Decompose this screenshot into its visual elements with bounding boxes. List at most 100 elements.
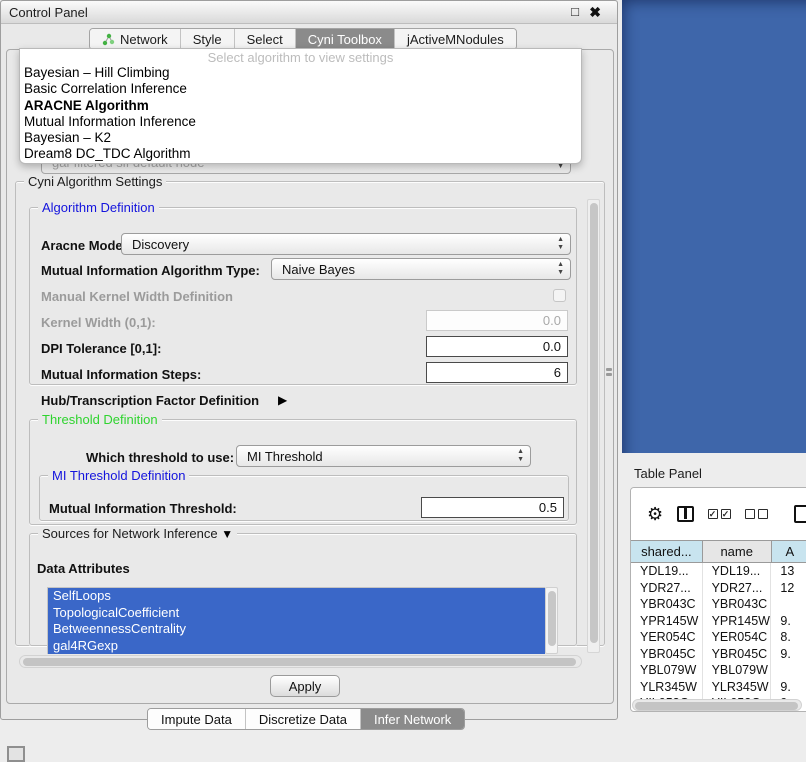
expand-right-icon[interactable]: ▶ <box>278 393 287 407</box>
table-horizontal-scrollbar[interactable] <box>632 699 802 711</box>
algorithm-option[interactable]: Bayesian – Hill Climbing <box>20 65 581 81</box>
network-view-frame: GAL GAL80 GAL10 GAL1 GAL11 SWI4 GAL4 GCY… <box>622 0 806 453</box>
dpi-tolerance-field[interactable]: 0.0 <box>426 336 568 357</box>
algorithm-dropdown-popup: Select algorithm to view settings Bayesi… <box>19 48 582 164</box>
dock-panel-icon[interactable] <box>7 746 25 762</box>
tab-jactivemnodules[interactable]: jActiveMNodules <box>395 29 516 49</box>
tab-label: Style <box>193 32 222 47</box>
apply-button[interactable]: Apply <box>270 675 340 697</box>
tab-style[interactable]: Style <box>181 29 235 49</box>
algorithm-option[interactable]: Mutual Information Inference <box>20 114 581 130</box>
cell: YDR27... <box>703 580 772 597</box>
table-row[interactable]: YPR145W YPR145W 9. <box>631 613 806 630</box>
cell: YBL079W <box>703 662 772 679</box>
apply-label: Apply <box>289 679 322 694</box>
group-title: Sources for Network Inference ▼ <box>38 526 237 541</box>
cell: YPR145W <box>631 613 703 630</box>
field-value: 0.0 <box>543 313 561 328</box>
tab-label: Network <box>120 32 168 47</box>
table-row[interactable]: YBR043C YBR043C <box>631 596 806 613</box>
table-row[interactable]: YLR345W YLR345W 9. <box>631 679 806 696</box>
attribute-list-scrollbar[interactable] <box>545 587 558 654</box>
mi-algorithm-type-label: Mutual Information Algorithm Type: <box>41 263 260 278</box>
algorithm-option-selected[interactable]: ARACNE Algorithm <box>20 98 581 114</box>
collapse-down-icon[interactable]: ▼ <box>221 527 233 541</box>
select-all-checkboxes-icon[interactable]: ✓✓ <box>708 509 731 519</box>
combo-arrows-icon <box>557 236 564 252</box>
field-value: 0.5 <box>539 500 557 515</box>
mi-threshold-field[interactable]: 0.5 <box>421 497 564 518</box>
panel-title: Control Panel <box>1 5 88 20</box>
kernel-width-label: Kernel Width (0,1): <box>41 315 156 330</box>
cell: 13 <box>771 563 806 580</box>
settings-vertical-scrollbar[interactable] <box>587 199 600 653</box>
attribute-item-selected[interactable]: BetweennessCentrality <box>48 621 545 638</box>
column-header-partial[interactable]: A <box>772 541 806 562</box>
document-icon[interactable] <box>794 505 806 523</box>
mi-steps-field[interactable]: 6 <box>426 362 568 383</box>
data-attributes-list: SelfLoops TopologicalCoefficient Between… <box>47 587 545 654</box>
attribute-item-selected[interactable]: gal4RGexp <box>48 638 545 655</box>
cell: YBR045C <box>631 646 703 663</box>
table-row[interactable]: YBR045C YBR045C 9. <box>631 646 806 663</box>
cell: YDL19... <box>703 563 772 580</box>
cell: 8. <box>771 629 806 646</box>
cell: 9. <box>771 679 806 696</box>
algorithm-option[interactable]: Bayesian – K2 <box>20 130 581 146</box>
combo-value: Naive Bayes <box>282 262 355 277</box>
tab-label: Discretize Data <box>259 712 347 727</box>
cell: YER054C <box>631 629 703 646</box>
close-icon[interactable]: ✖ <box>589 4 601 21</box>
algorithm-option[interactable]: Basic Correlation Inference <box>20 81 581 97</box>
tab-cyni-toolbox[interactable]: Cyni Toolbox <box>296 29 395 49</box>
tab-impute-data[interactable]: Impute Data <box>148 709 246 729</box>
data-attributes-label: Data Attributes <box>37 561 130 576</box>
tab-infer-network[interactable]: Infer Network <box>361 709 464 729</box>
cell: YBR043C <box>703 596 772 613</box>
aracne-mode-label: Aracne Mode: <box>41 238 127 253</box>
table-row[interactable]: YER054C YER054C 8. <box>631 629 806 646</box>
cell: YPR145W <box>703 613 772 630</box>
mi-algorithm-type-combo[interactable]: Naive Bayes <box>271 258 571 280</box>
control-panel-window: Control Panel □ ✖ Network Style Select C… <box>0 0 618 720</box>
field-value: 0.0 <box>543 339 561 354</box>
table-row[interactable]: YDR27... YDR27... 12 <box>631 580 806 597</box>
manual-kernel-width-checkbox[interactable] <box>553 289 566 302</box>
tab-select[interactable]: Select <box>235 29 296 49</box>
kernel-width-field[interactable]: 0.0 <box>426 310 568 331</box>
algorithm-option[interactable]: Dream8 DC_TDC Algorithm <box>20 146 581 162</box>
float-window-icon[interactable]: □ <box>571 4 579 19</box>
column-header-shared-name[interactable]: shared... <box>631 541 703 562</box>
attribute-item-selected[interactable]: SelfLoops <box>48 588 545 605</box>
network-icon <box>102 33 115 46</box>
aracne-mode-combo[interactable]: Discovery <box>121 233 571 255</box>
which-threshold-label: Which threshold to use: <box>86 450 234 465</box>
tab-discretize-data[interactable]: Discretize Data <box>246 709 361 729</box>
combo-arrows-icon <box>557 261 564 277</box>
column-layout-icon[interactable] <box>677 506 693 522</box>
table-row[interactable]: YBL079W YBL079W <box>631 662 806 679</box>
tab-network[interactable]: Network <box>90 29 181 49</box>
attribute-item-selected[interactable]: TopologicalCoefficient <box>48 605 545 622</box>
which-threshold-combo[interactable]: MI Threshold <box>236 445 531 467</box>
control-panel-tabbar: Network Style Select Cyni Toolbox jActiv… <box>89 28 517 50</box>
tab-label: Infer Network <box>374 712 451 727</box>
gear-icon[interactable]: ⚙ <box>647 504 663 525</box>
group-title: Algorithm Definition <box>38 200 159 215</box>
deselect-all-checkboxes-icon[interactable] <box>745 509 768 519</box>
table-panel-title: Table Panel <box>634 466 702 481</box>
panel-splitter-handle[interactable] <box>606 368 614 378</box>
field-value: 6 <box>554 365 561 380</box>
cell: YER054C <box>703 629 772 646</box>
manual-kernel-width-label: Manual Kernel Width Definition <box>41 289 233 304</box>
column-header-name[interactable]: name <box>703 541 772 562</box>
cell <box>771 596 806 613</box>
table-row[interactable]: YDL19... YDL19... 13 <box>631 563 806 580</box>
combo-value: Discovery <box>132 237 189 252</box>
table-panel: ⚙ ✓✓ shared... name A YDL19... YDL19... … <box>630 487 806 712</box>
settings-horizontal-scrollbar[interactable] <box>19 655 582 668</box>
control-panel-titlebar: Control Panel □ ✖ <box>1 1 617 24</box>
group-title: MI Threshold Definition <box>48 468 189 483</box>
cell <box>771 662 806 679</box>
group-title: Cyni Algorithm Settings <box>24 174 166 189</box>
